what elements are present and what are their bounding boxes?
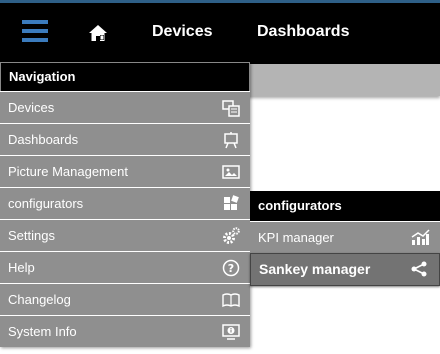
svg-text:?: ? [228,262,234,275]
nav-item-picture-management[interactable]: Picture Management [0,155,250,187]
nav-item-label: Picture Management [8,164,128,179]
submenu-item-kpi-manager[interactable]: KPI manager [250,221,440,253]
home-icon[interactable] [88,24,108,42]
nav-item-label: Dashboards [8,132,79,147]
hamburger-icon[interactable] [22,20,48,44]
configurators-submenu: configurators KPI manager Sankey manager [250,191,440,286]
nav-item-devices[interactable]: Devices [0,91,250,123]
submenu-item-sankey-manager[interactable]: Sankey manager [250,253,440,286]
easel-icon [224,132,238,149]
nav-item-changelog[interactable]: Changelog [0,283,250,315]
blocks-icon [224,195,239,210]
nav-item-settings[interactable]: Settings [0,219,250,251]
topnav-devices[interactable]: Devices [152,23,213,41]
submenu-item-label: KPI manager [258,230,334,245]
submenu-title: configurators [250,191,440,221]
nav-item-label: Settings [8,228,55,243]
share-icon [411,261,427,277]
gears-icon [223,227,240,244]
devices-icon [222,100,240,117]
nav-item-configurators[interactable]: configurators [0,187,250,219]
help-circle-icon: ? [222,259,240,277]
nav-item-help[interactable]: Help ? [0,251,250,283]
topnav-dashboards[interactable]: Dashboards [257,23,349,41]
nav-item-dashboards[interactable]: Dashboards [0,123,250,155]
nav-item-system-info[interactable]: System Info [0,315,250,347]
nav-item-label: Help [8,260,35,275]
navigation-title: Navigation [0,62,250,91]
monitor-info-icon [222,324,240,340]
nav-item-label: System Info [8,324,77,339]
chart-icon [411,229,430,245]
nav-item-label: Changelog [8,292,71,307]
picture-icon [222,165,240,179]
navigation-menu: Navigation Devices Dashboards Picture Ma… [0,62,250,347]
nav-item-label: configurators [8,196,84,211]
book-icon [222,293,240,308]
top-navbar: Devices Dashboards [0,0,440,64]
submenu-item-label: Sankey manager [259,261,371,277]
nav-item-label: Devices [8,100,55,115]
